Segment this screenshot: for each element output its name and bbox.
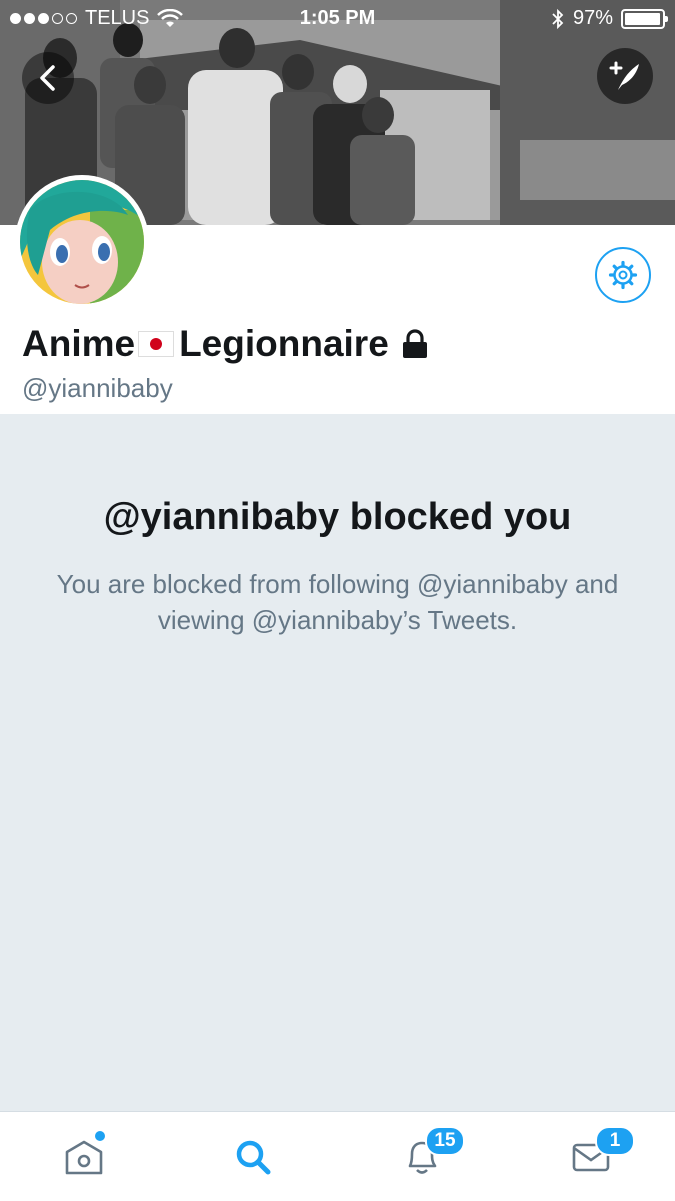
lock-icon <box>402 329 427 358</box>
bluetooth-icon <box>552 8 564 29</box>
japan-flag-icon <box>138 331 175 357</box>
gear-icon <box>608 260 638 290</box>
notifications-badge: 15 <box>425 1126 465 1156</box>
display-name-part1: Anime <box>22 323 136 364</box>
status-right: 97% <box>551 7 668 30</box>
display-name-part2: Legionnaire <box>179 323 389 364</box>
profile-settings-button[interactable] <box>595 247 651 303</box>
tab-notifications[interactable]: 15 <box>338 1112 506 1201</box>
search-icon <box>236 1140 271 1174</box>
blocked-notice: @yiannibaby blocked you You are blocked … <box>0 414 675 1111</box>
blocked-title: @yiannibaby blocked you <box>103 496 572 538</box>
avatar[interactable] <box>15 175 149 309</box>
battery-percent: 97% <box>572 7 613 29</box>
compose-tweet-button[interactable] <box>597 48 653 104</box>
compose-tweet-icon <box>609 61 639 90</box>
status-bar: TELUS 1:05 PM 97% <box>0 0 675 40</box>
tab-home[interactable] <box>0 1112 168 1201</box>
chevron-left-icon <box>40 65 55 91</box>
home-icon <box>65 1140 103 1174</box>
blocked-message: You are blocked from following @yianniba… <box>56 569 619 635</box>
bottom-tab-bar: 15 1 <box>0 1111 675 1201</box>
display-name: Anime Legionnaire <box>22 323 429 365</box>
back-button[interactable] <box>22 52 74 104</box>
profile-handle: @yiannibaby <box>22 373 173 403</box>
home-unread-dot <box>95 1131 105 1141</box>
tab-messages[interactable]: 1 <box>507 1112 675 1201</box>
profile-header: Anime Legionnaire @yiannibaby <box>0 175 675 414</box>
battery-icon <box>621 8 668 29</box>
avatar-image <box>20 180 144 304</box>
tab-search[interactable] <box>169 1112 337 1201</box>
messages-badge: 1 <box>595 1126 635 1156</box>
